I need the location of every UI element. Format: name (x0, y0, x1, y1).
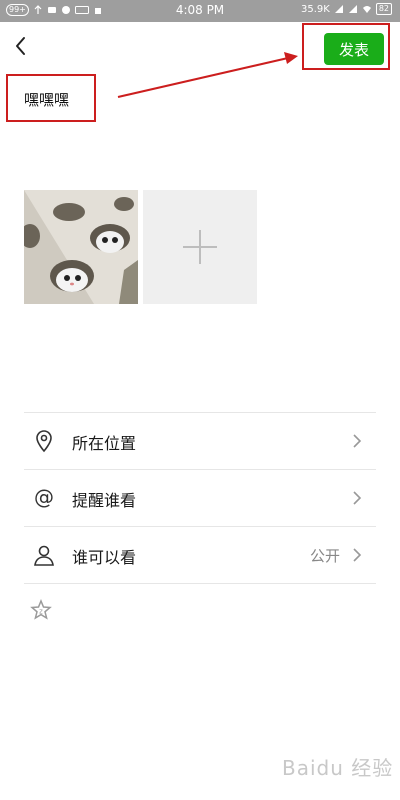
option-label: 谁可以看 (72, 548, 137, 567)
status-right-icons: 35.9K 82 (301, 3, 392, 15)
svg-text:z: z (39, 608, 43, 616)
status-bar: 99+ 4:08 PM 35.9K 82 (0, 0, 400, 22)
star-icon[interactable]: z (30, 599, 52, 621)
publish-button[interactable]: 发表 (324, 33, 384, 65)
signal-icon (334, 5, 343, 13)
text-annotation-box: 嘿嘿嘿 (6, 74, 96, 122)
publish-annotation-box: 发表 (302, 23, 390, 70)
watermark: Baidu 经验 (282, 756, 394, 780)
location-icon (36, 430, 52, 453)
post-options-list: 所在位置 @ 提醒谁看 谁可以看 公开 (24, 412, 376, 584)
signal-icon-2 (348, 5, 357, 13)
option-label: 所在位置 (72, 434, 137, 453)
network-speed: 35.9K (300, 3, 330, 15)
wifi-icon (362, 6, 371, 13)
photo-thumbnail[interactable] (24, 190, 138, 304)
option-location[interactable]: 所在位置 (24, 412, 376, 469)
option-visibility[interactable]: 谁可以看 公开 (24, 526, 376, 584)
option-label: 提醒谁看 (72, 491, 137, 510)
at-icon: @ (34, 486, 54, 509)
option-remind[interactable]: @ 提醒谁看 (24, 469, 376, 526)
add-photo-button[interactable] (143, 190, 257, 304)
svg-text:@: @ (34, 486, 54, 509)
cat-photo-image (24, 190, 138, 304)
person-icon (34, 545, 54, 566)
visibility-value: 公开 (309, 547, 340, 565)
post-text[interactable]: 嘿嘿嘿 (24, 89, 69, 110)
chevron-right-icon (353, 548, 362, 562)
chevron-right-icon (353, 434, 362, 448)
chevron-right-icon (353, 491, 362, 505)
back-icon[interactable] (10, 34, 34, 58)
battery-level: 82 (375, 3, 392, 15)
plus-icon (183, 230, 217, 264)
